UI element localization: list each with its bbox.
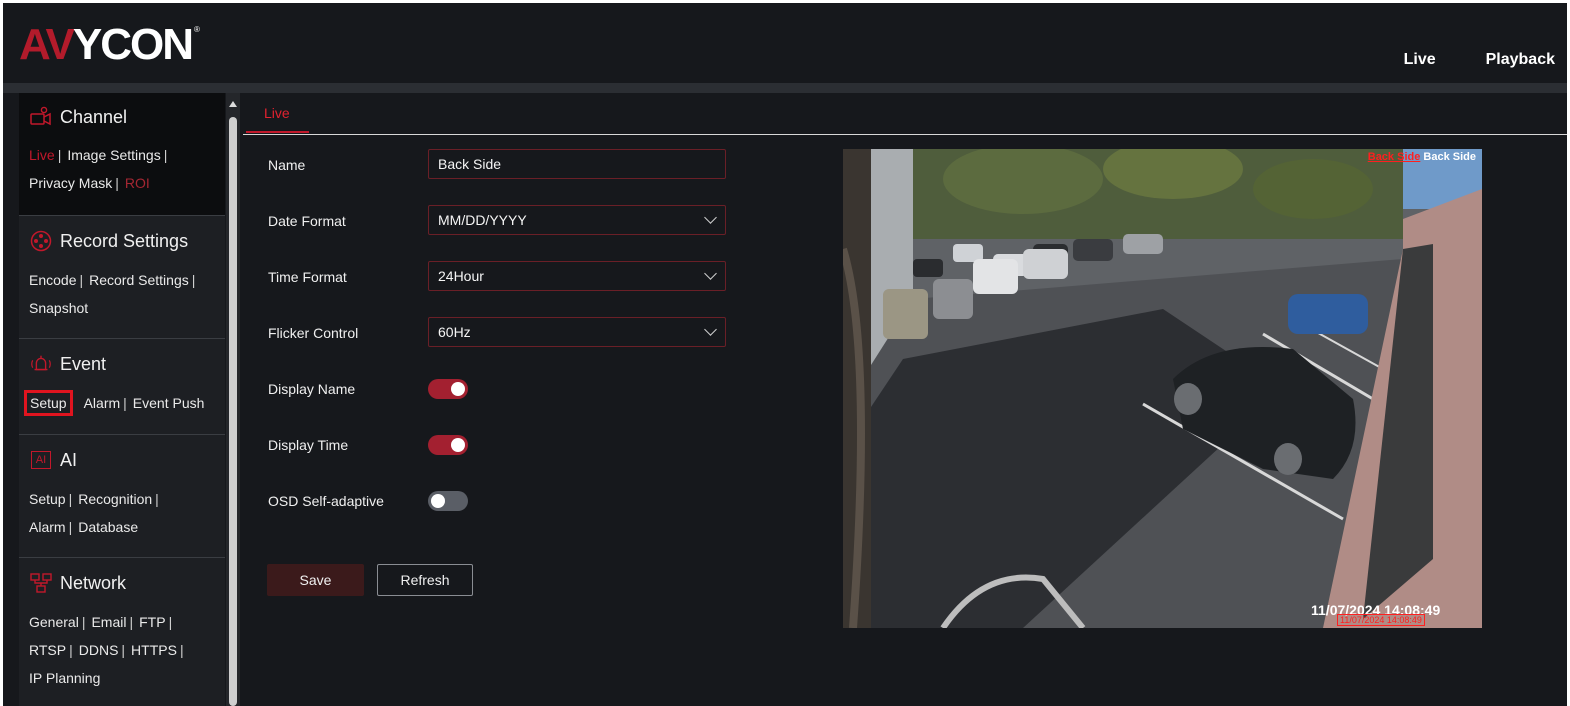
save-button[interactable]: Save [267,564,364,596]
date-format-value: MM/DD/YYYY [438,212,527,228]
sidebar-link-https[interactable]: HTTPS [131,642,177,658]
chevron-down-icon [704,211,717,224]
sidebar-link-email[interactable]: Email [91,614,126,630]
sidebar-link-ftp[interactable]: FTP [139,614,165,630]
sidebar-title-record-settings[interactable]: Record Settings [60,231,188,252]
scrollbar-thumb[interactable] [229,117,237,706]
date-format-label: Date Format [268,213,346,229]
top-header: AVYCON ® Live Playback [3,3,1567,83]
sidebar-link-database[interactable]: Database [78,519,138,535]
header-divider [3,83,1567,93]
sidebar-link-recognition[interactable]: Recognition [78,491,152,507]
row-flicker-control: Flicker Control 60Hz [268,317,738,349]
scroll-up-arrow-icon[interactable] [229,101,237,107]
network-icon [29,571,53,595]
sidebar-section-event: Event Setup Alarm | Event Push [19,339,225,435]
sidebar-section-channel: Channel Live | Image Settings | Privacy Mas… [19,93,225,216]
flicker-control-value: 60Hz [438,324,471,340]
display-time-toggle[interactable] [428,435,468,455]
time-format-label: Time Format [268,269,347,285]
main-content: Live Name Back Side Date Format MM/DD/YY… [243,93,1567,706]
settings-sidebar: Channel Live | Image Settings | Privacy Mas… [19,93,225,706]
chevron-down-icon [704,267,717,280]
tab-bar: Live [243,93,1567,135]
tab-live[interactable]: Live [264,105,290,121]
alarm-bell-icon [29,352,53,376]
sidebar-link-general[interactable]: General [29,614,79,630]
time-format-value: 24Hour [438,268,484,284]
camera-scene-image [843,149,1482,628]
sidebar-section-record: Record Settings Encode | Record Settings | … [19,216,225,339]
sidebar-link-live[interactable]: Live [29,147,55,163]
row-name: Name Back Side [268,149,738,181]
camera-preview[interactable]: Back Side Back Side 11/07/2024 14:08:49 … [843,149,1482,628]
display-name-label: Display Name [268,381,356,397]
sidebar-link-ai-setup[interactable]: Setup [29,491,66,507]
sidebar-link-rtsp[interactable]: RTSP [29,642,66,658]
display-time-label: Display Time [268,437,349,453]
flicker-control-label: Flicker Control [268,325,359,341]
tab-active-indicator [246,131,309,133]
ai-icon: AI [29,448,53,472]
camera-settings-icon [29,105,53,129]
film-reel-icon [29,229,53,253]
row-display-time: Display Time [268,429,738,461]
osd-name-marker: Back Side [1367,151,1421,163]
sidebar-link-roi[interactable]: ROI [125,175,150,191]
logo-suffix: YCON [72,20,194,69]
sidebar-link-snapshot[interactable]: Snapshot [29,300,88,316]
sidebar-link-alarm[interactable]: Alarm [84,395,121,411]
name-input[interactable]: Back Side [428,149,726,179]
sidebar-title-channel[interactable]: Channel [60,107,127,128]
date-format-select[interactable]: MM/DD/YYYY [428,205,726,235]
osd-timestamp-marker: 11/07/2024 14:08:49 [1337,614,1425,626]
sidebar-link-event-push[interactable]: Event Push [133,395,205,411]
row-display-name: Display Name [268,373,738,405]
osd-channel-name: Back Side Back Side [1368,151,1476,163]
osd-self-adaptive-toggle[interactable] [428,491,468,511]
sidebar-link-ddns[interactable]: DDNS [79,642,119,658]
osd-name-text: Back Side [1423,151,1476,163]
nav-playback[interactable]: Playback [1486,51,1555,69]
sidebar-link-event-setup[interactable]: Setup [24,390,73,416]
name-label: Name [268,157,306,173]
sidebar-link-encode[interactable]: Encode [29,272,76,288]
sidebar-scrollbar[interactable] [226,93,240,706]
row-date-format: Date Format MM/DD/YYYY [268,205,738,237]
logo-prefix: AV [19,20,75,69]
avycon-logo: AVYCON ® [19,23,200,67]
logo-registered-mark: ® [193,25,200,34]
sidebar-link-image-settings[interactable]: Image Settings [67,147,160,163]
display-name-toggle[interactable] [428,379,468,399]
flicker-control-select[interactable]: 60Hz [428,317,726,347]
sidebar-link-privacy-mask[interactable]: Privacy Mask [29,175,112,191]
time-format-select[interactable]: 24Hour [428,261,726,291]
nav-live[interactable]: Live [1404,51,1436,69]
sidebar-link-ip-planning[interactable]: IP Planning [29,670,100,686]
row-osd-self-adaptive: OSD Self-adaptive [268,485,738,517]
sidebar-link-record-settings[interactable]: Record Settings [89,272,189,288]
row-time-format: Time Format 24Hour [268,261,738,293]
osd-self-adaptive-label: OSD Self-adaptive [268,493,384,509]
sidebar-title-event[interactable]: Event [60,354,106,375]
sidebar-title-ai[interactable]: AI [60,450,77,471]
sidebar-link-ai-alarm[interactable]: Alarm [29,519,66,535]
chevron-down-icon [704,323,717,336]
sidebar-section-network: Network General | Email | FTP | RTSP | DDNS | HTT… [29,571,184,687]
top-nav: Live Playback [1404,51,1555,69]
sidebar-section-ai: AI AI Setup | Recognition | Alarm | Database [19,435,225,558]
refresh-button[interactable]: Refresh [377,564,473,596]
sidebar-title-network[interactable]: Network [60,573,126,594]
